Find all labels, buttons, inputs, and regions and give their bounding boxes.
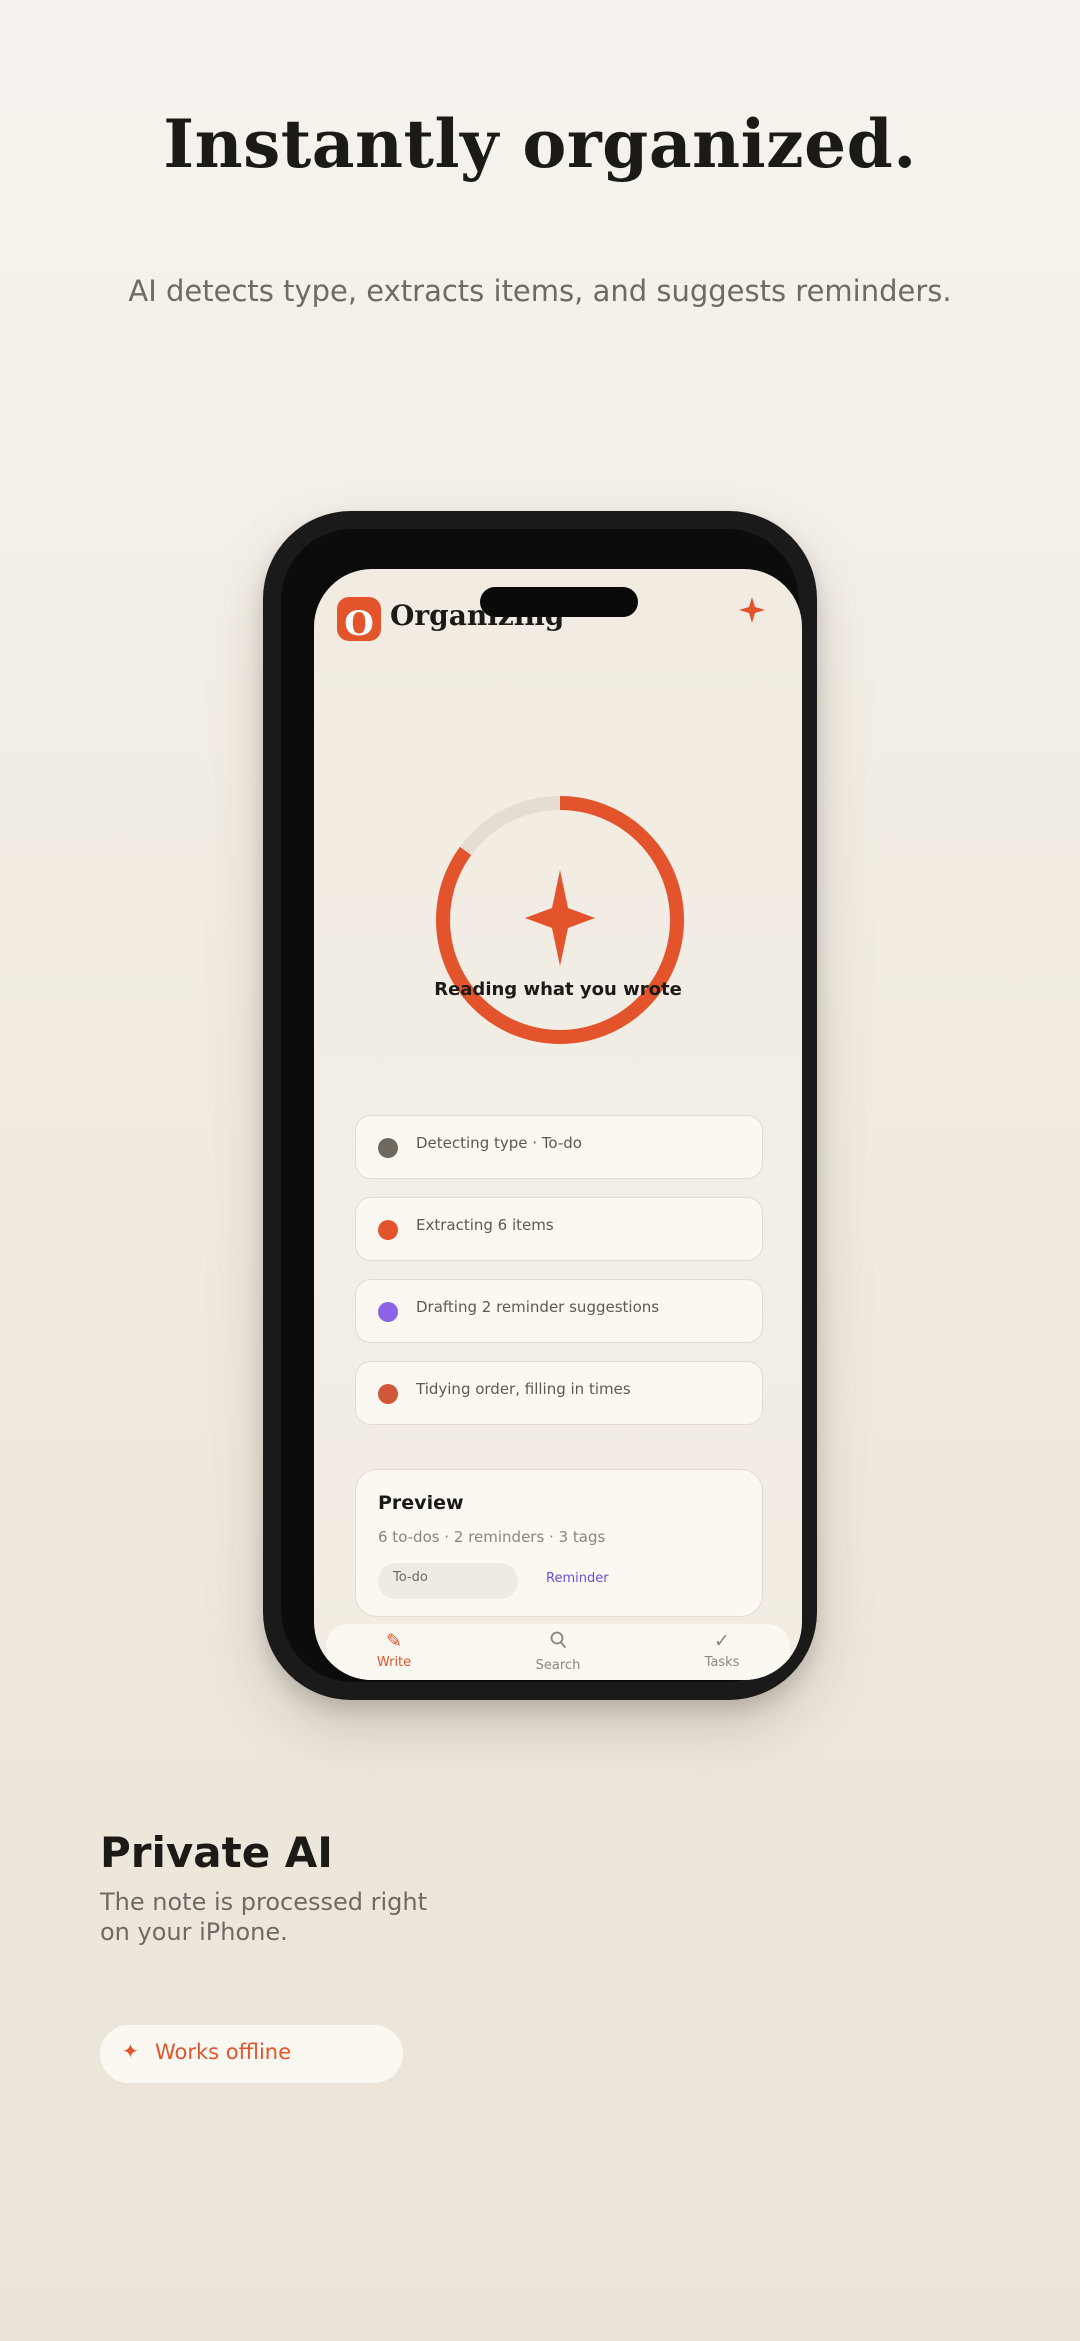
step-drafting-reminders: Drafting 2 reminder suggestions (355, 1279, 763, 1343)
step-label: Tidying order, filling in times (416, 1380, 631, 1398)
step-extracting-items: Extracting 6 items (355, 1197, 763, 1261)
step-label: Drafting 2 reminder suggestions (416, 1298, 660, 1316)
status-text: Reading what you wrote (434, 979, 682, 1000)
step-status-dot (378, 1384, 398, 1404)
phone-bezel: O Organizing Reading what you wrote Dete… (281, 529, 802, 1682)
step-status-dot (378, 1138, 398, 1158)
todo-chip-label: To-do (393, 1570, 428, 1585)
search-icon (508, 1630, 608, 1655)
phone-frame: O Organizing Reading what you wrote Dete… (263, 511, 817, 1700)
step-label: Detecting type · To-do (416, 1134, 582, 1152)
sparkle-icon: ✦ (122, 2039, 139, 2063)
works-offline-label: Works offline (155, 2040, 292, 2064)
step-status-dot (378, 1302, 398, 1322)
subheadline: AI detects type, extracts items, and sug… (128, 274, 952, 308)
center-sparkle-icon (525, 870, 595, 966)
app-logo-letter: O (344, 604, 374, 644)
step-detecting-type: Detecting type · To-do (355, 1115, 763, 1179)
progress-ring (436, 796, 684, 1044)
preview-card[interactable]: Preview 6 to-dos · 2 reminders · 3 tags … (355, 1469, 763, 1617)
sparkle-icon[interactable] (739, 597, 765, 623)
pencil-icon: ✎ (386, 1630, 402, 1652)
tab-bar: ✎ Write Search ✓ Tasks (326, 1624, 790, 1680)
preview-title: Preview (378, 1492, 464, 1514)
tab-label: Write (376, 1655, 412, 1670)
tab-write[interactable]: ✎ Write (344, 1630, 444, 1670)
step-status-dot (378, 1220, 398, 1240)
app-logo-icon: O (337, 597, 381, 641)
tab-tasks[interactable]: ✓ Tasks (672, 1630, 772, 1670)
reminder-chip[interactable]: Reminder (546, 1571, 609, 1586)
dynamic-island (480, 587, 638, 617)
works-offline-badge: ✦ Works offline (100, 2025, 403, 2083)
tab-search[interactable]: Search (508, 1630, 608, 1673)
private-ai-title: Private AI (100, 1828, 333, 1877)
preview-summary: 6 to-dos · 2 reminders · 3 tags (378, 1528, 606, 1546)
todo-chip[interactable]: To-do (378, 1563, 518, 1599)
phone-screen: O Organizing Reading what you wrote Dete… (314, 569, 802, 1680)
check-icon: ✓ (714, 1630, 730, 1652)
step-label: Extracting 6 items (416, 1216, 554, 1234)
private-ai-description: The note is processed right on your iPho… (100, 1888, 428, 1946)
tab-label: Tasks (704, 1655, 740, 1670)
step-tidying-order: Tidying order, filling in times (355, 1361, 763, 1425)
tab-label: Search (535, 1658, 581, 1673)
headline: Instantly organized. (163, 105, 917, 183)
